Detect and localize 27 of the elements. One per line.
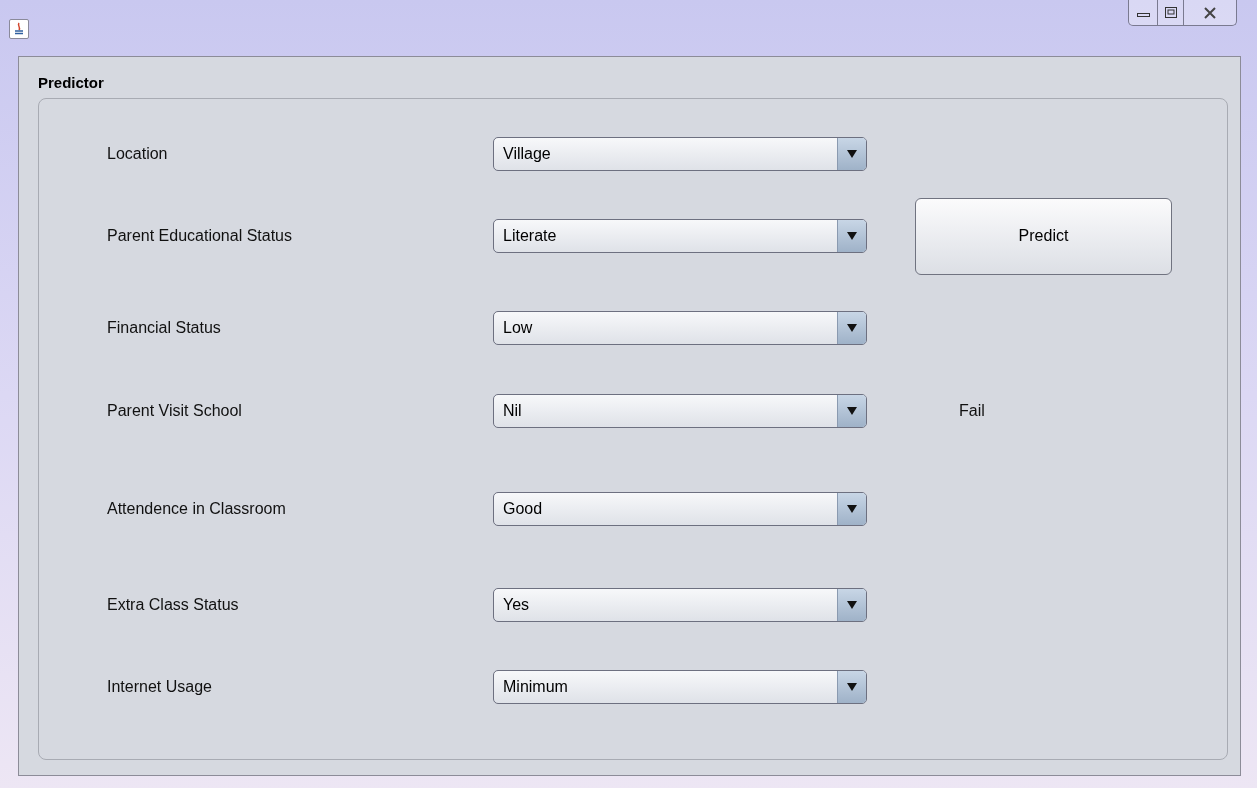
predict-button[interactable]: Predict (915, 197, 1172, 275)
close-icon (1203, 6, 1217, 19)
dropdown[interactable]: Low (493, 311, 867, 345)
field-label: Financial Status (107, 318, 222, 338)
dropdown[interactable]: Minimum (493, 670, 867, 704)
field-label: Attendence in Classroom (107, 499, 287, 519)
caret-icon (847, 149, 857, 159)
field-label: Extra Class Status (107, 595, 240, 615)
maximize-icon (1164, 7, 1177, 18)
field-label: Parent Educational Status (107, 226, 293, 246)
dropdown[interactable]: Good (493, 492, 867, 526)
dropdown[interactable]: Literate (493, 219, 867, 253)
caret-icon (847, 600, 857, 610)
panel-title: Predictor (38, 73, 104, 93)
dropdown[interactable]: Yes (493, 588, 867, 622)
caret-icon (847, 682, 857, 692)
caret-icon (847, 231, 857, 241)
field-label: Location (107, 144, 169, 164)
dropdown[interactable]: Nil (493, 394, 867, 428)
dropdown[interactable]: Village (493, 137, 867, 171)
app-icon (9, 19, 29, 39)
caret-icon (847, 323, 857, 333)
caret-icon (847, 406, 857, 416)
caret-icon (847, 504, 857, 514)
field-label: Internet Usage (107, 677, 213, 697)
field-label: Parent Visit School (107, 401, 243, 421)
prediction-result: Fail (959, 401, 985, 421)
